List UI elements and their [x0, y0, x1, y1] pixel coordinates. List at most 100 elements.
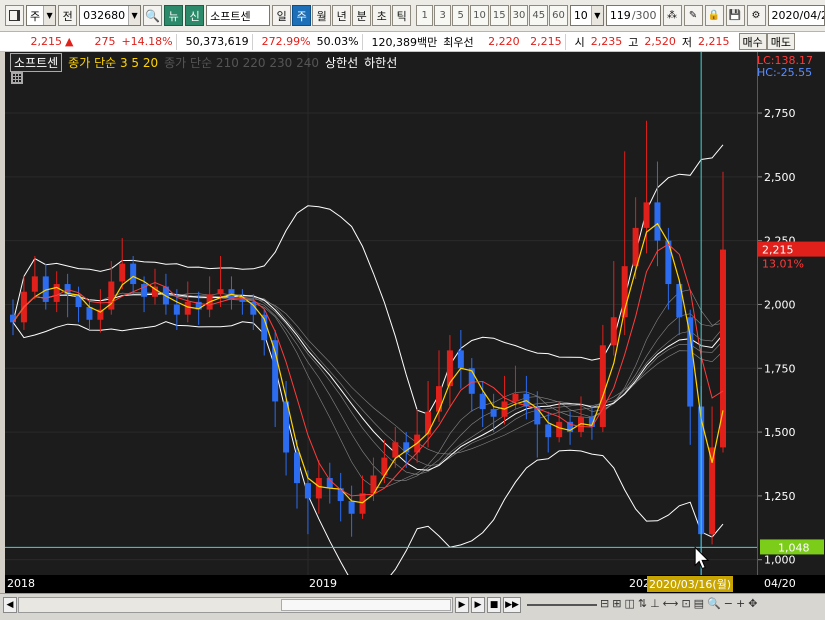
lock-icon[interactable]: 🔒 [704, 5, 724, 26]
stock-name-field[interactable]: 소프트센 [206, 5, 271, 26]
candle-body [556, 421, 563, 438]
grid-icon[interactable]: ⁂ [662, 5, 682, 26]
news-button[interactable]: 뉴 [164, 5, 184, 26]
stop-icon[interactable]: ■ [487, 597, 501, 613]
period-tab-1[interactable]: 주 [292, 5, 312, 26]
stock-code-input[interactable]: 032680 ▼ [79, 5, 142, 26]
candle-body [665, 240, 672, 285]
lower-band-line [12, 321, 724, 591]
period-tab-5[interactable]: 초 [372, 5, 392, 26]
bottom-bar: ◀ ▶ ▶ ■ ▶▶ ⊟ ⊞ ◫ ⇅ ⊥ ⟷ ⊡ ▤ 🔍 − + ✥ [0, 593, 825, 620]
period-tab-0[interactable]: 일 [272, 5, 292, 26]
y-tick-label: 1,750 [764, 362, 796, 375]
period-tab-2[interactable]: 월 [312, 5, 332, 26]
chart-type-icon[interactable] [5, 5, 24, 26]
minute-step-60[interactable]: 60 [549, 5, 568, 26]
date-field[interactable]: 2020/04/20 [767, 5, 825, 26]
market-select[interactable]: 주 ▼ [26, 5, 57, 26]
legend-grid-icon[interactable] [11, 72, 23, 84]
chart-canvas[interactable] [5, 52, 757, 593]
candle-body [599, 345, 606, 427]
sell-button[interactable]: 매도 [766, 33, 796, 50]
chart-toolbar: 주 ▼ 전 032680 ▼ 🔍 뉴 신 소프트센 일주월년분초틱 1 3 5 10 15 3… [0, 0, 825, 32]
bar-count-select[interactable]: 10 ▼ [569, 5, 604, 26]
save-icon[interactable]: 💾 [725, 5, 745, 26]
legend-stock-name[interactable]: 소프트센 [10, 52, 63, 72]
candle-body [53, 284, 60, 302]
volume-ratio: 272.99% [261, 35, 311, 48]
hc-value: HC:-25.55 [757, 66, 813, 79]
period-tab-3[interactable]: 년 [332, 5, 352, 26]
minute-step-30[interactable]: 30 [509, 5, 529, 26]
legend-ma-label[interactable]: 종가 단순 3 5 20 [68, 54, 158, 71]
zoom-out-icon[interactable]: − [724, 597, 733, 610]
tool-7-icon[interactable]: ⊡ [681, 597, 690, 610]
quote-bar: 2,215 ▲ 275 +14.18% 50,373,619 272.99% 5… [0, 32, 825, 52]
price-chart[interactable] [5, 52, 757, 593]
credit-button[interactable]: 신 [185, 5, 205, 26]
minute-step-3[interactable]: 3 [434, 5, 452, 26]
open-price: 2,235 [590, 35, 623, 48]
bar-count-value: 119 [609, 9, 631, 22]
bar-count-field[interactable]: 119/300 [605, 5, 661, 26]
minute-step-45[interactable]: 45 [529, 5, 549, 26]
tool-6-icon[interactable]: ⟷ [663, 597, 679, 610]
legend-lower-band[interactable]: 하한선 [364, 54, 397, 71]
candle-body [119, 263, 126, 282]
minute-step-buttons: 1 3 5 10 15 30 45 60 [416, 5, 568, 26]
scrollbar-track[interactable] [18, 597, 453, 613]
tool-icon[interactable]: ✎ [683, 5, 703, 26]
candle-body [632, 227, 639, 267]
tool-1-icon[interactable]: ⊟ [600, 597, 609, 610]
scrollbar-thumb[interactable] [281, 599, 451, 611]
candle-body [435, 386, 443, 412]
current-price-tag-label: 2,215 [762, 244, 794, 257]
tool-5-icon[interactable]: ⊥ [650, 597, 660, 610]
expand-icon[interactable]: ✥ [748, 597, 757, 610]
preferred-label: 최우선 [443, 35, 474, 49]
price-axis-canvas: 1,0001,2501,5001,7502,0002,2502,5002,750… [758, 107, 825, 567]
candle-body [643, 202, 650, 228]
candle-body [173, 304, 180, 315]
high-label: 고 [628, 35, 639, 49]
open-label: 시 [574, 35, 585, 49]
period-tab-4[interactable]: 분 [352, 5, 372, 26]
play-icon[interactable]: ▶ [471, 597, 485, 613]
fast-forward-icon[interactable]: ▶▶ [503, 597, 521, 613]
scope-button[interactable]: 전 [58, 5, 78, 26]
price-axis[interactable]: 1,000 1,250 1,500 1,750 2,000 2,250 2,500 2,750… [757, 52, 825, 593]
zoom-in-icon[interactable]: + [736, 597, 745, 610]
buy-button[interactable]: 매수 [738, 33, 767, 50]
candle-body [425, 411, 432, 435]
cursor-price-tag-label: 1,048 [778, 541, 810, 554]
period-tabs: 일주월년분초틱 [272, 5, 412, 26]
trade-amount: 120,389백만 [371, 35, 438, 49]
candle-body [479, 393, 486, 410]
zoom-icon[interactable]: 🔍 [707, 597, 721, 610]
settings-icon[interactable]: ⚙ [746, 5, 766, 26]
y-tick-label: 2,500 [764, 171, 796, 184]
high-price: 2,520 [644, 35, 676, 48]
scroll-right-icon[interactable]: ▶ [455, 597, 469, 613]
tool-8-icon[interactable]: ▤ [694, 597, 704, 610]
x-label-2018: 2018 [7, 577, 35, 590]
legend-upper-band[interactable]: 상한선 [325, 54, 358, 71]
minute-step-10[interactable]: 10 [470, 5, 489, 26]
legend-ma-hidden[interactable]: 종가 단순 210 220 230 240 [164, 54, 319, 71]
y-tick-label: 1,250 [764, 490, 796, 503]
period-tab-6[interactable]: 틱 [392, 5, 412, 26]
tool-2-icon[interactable]: ⊞ [612, 597, 621, 610]
candle-body [654, 202, 661, 241]
y-tick-label: 1,000 [764, 554, 796, 567]
zoom-slider[interactable] [527, 604, 597, 606]
candle-body [75, 294, 82, 308]
low-price: 2,215 [698, 35, 730, 48]
minute-step-1[interactable]: 1 [416, 5, 434, 26]
tool-4-icon[interactable]: ⇅ [638, 597, 647, 610]
minute-step-15[interactable]: 15 [489, 5, 509, 26]
search-icon[interactable]: 🔍 [143, 5, 163, 26]
tool-3-icon[interactable]: ◫ [624, 597, 634, 610]
candle-body [468, 368, 475, 394]
scroll-left-icon[interactable]: ◀ [3, 597, 17, 613]
minute-step-5[interactable]: 5 [452, 5, 470, 26]
